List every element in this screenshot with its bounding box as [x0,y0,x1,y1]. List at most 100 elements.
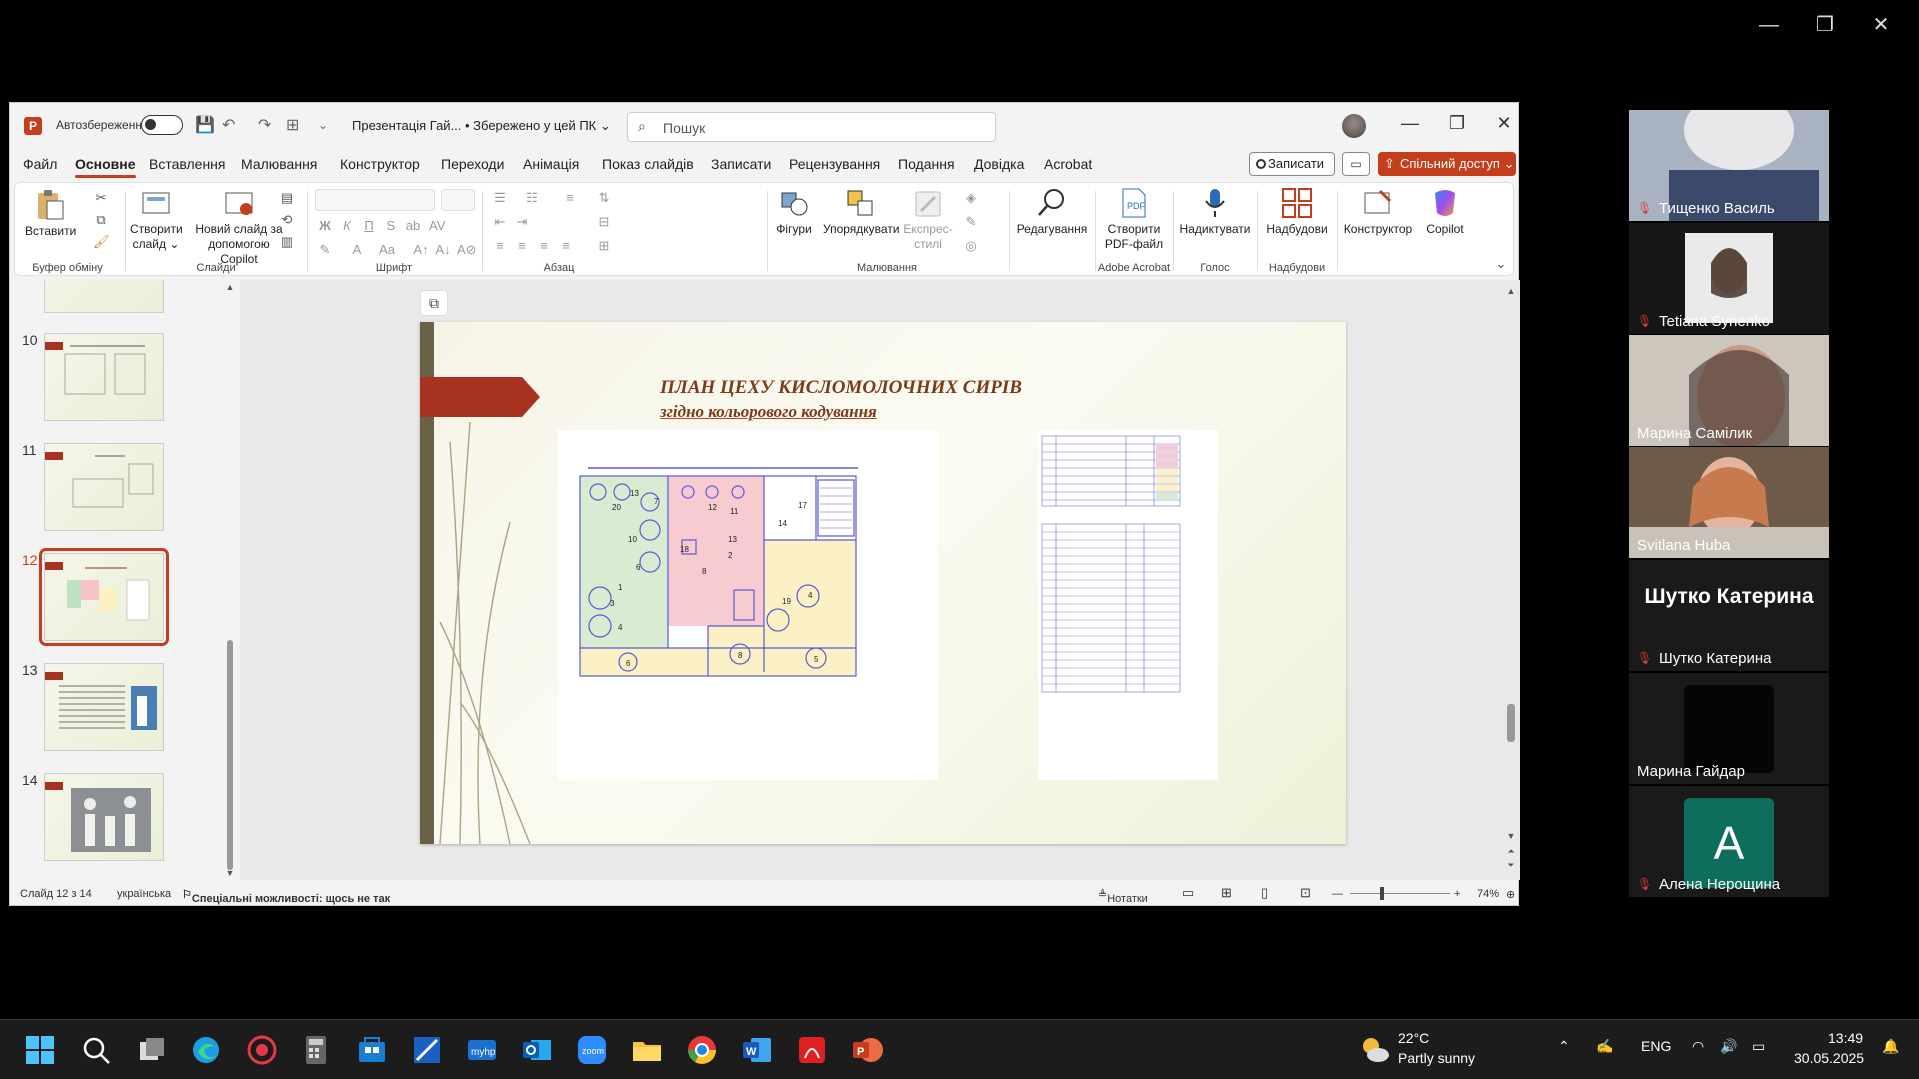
undo-icon[interactable]: ↶ [222,115,235,135]
tab-help[interactable]: Довідка [974,156,1024,172]
shape-outline-icon[interactable]: ✎ [963,215,979,229]
word-icon[interactable]: W [741,1034,773,1066]
zoom-slider[interactable] [1350,893,1450,894]
canvas-scrollbar[interactable]: ▲ ▼ ⏶ ⏷ [1506,284,1516,876]
designer-button[interactable]: Конструктор [1339,187,1417,237]
participant-tile[interactable]: A 🎙 Алена Нерощина [1629,786,1829,897]
outlook-icon[interactable] [521,1034,553,1066]
tab-review[interactable]: Рецензування [789,156,880,172]
slideshow-view-icon[interactable]: ⊡ [1300,885,1311,901]
reset-icon[interactable]: ⟲ [279,213,295,227]
scroll-down-icon[interactable]: ▼ [1503,829,1519,843]
slide-thumbnail-selected[interactable] [39,548,169,646]
myhp-icon[interactable]: myhp [466,1034,498,1066]
zoom-close-button[interactable]: ✕ [1853,10,1909,40]
scrollbar-thumb[interactable] [227,640,233,870]
tab-animations[interactable]: Анімація [523,156,579,172]
shapes-button[interactable]: Фігури [771,189,817,237]
paste-button[interactable]: Вставити [25,189,76,239]
chrome-icon[interactable] [686,1034,718,1066]
bullets-icon[interactable]: ☰ [492,191,508,205]
participant-tile[interactable]: Шутко Катерина 🎙 Шутко Катерина [1629,560,1829,671]
slide-subtitle[interactable]: згідно кольорового кодування [660,402,877,422]
autosave-toggle[interactable] [141,115,183,135]
format-painter-icon[interactable]: 🖌 [93,235,110,249]
tab-design[interactable]: Конструктор [340,156,420,172]
text-direction-icon[interactable]: ⇅ [596,191,612,205]
volume-icon[interactable]: 🔊 [1720,1038,1737,1055]
zoom-level[interactable]: 74% [1477,888,1499,900]
floor-plan-image[interactable]: 20 13 7 10 12 11 13 2 8 14 17 19 4 1 6 3 4 6 8 5 18 [558,430,938,780]
increase-indent-icon[interactable]: ⇥ [514,215,530,229]
participant-tile[interactable]: 🎙 Tetiana Synenko [1629,223,1829,334]
create-pdf-button[interactable]: PDF Створити PDF-файл [1099,187,1169,252]
bold-icon[interactable]: Ж [317,219,333,233]
customize-qat-icon[interactable]: ⌄ [318,118,328,132]
slide-thumbnail[interactable] [44,663,164,751]
smartart-icon[interactable]: ⊞ [596,239,612,253]
edge-icon[interactable] [190,1034,222,1066]
document-filename[interactable]: Презентація Гай... • Збережено у цей ПК … [352,118,611,134]
font-name-input[interactable] [315,189,435,211]
shape-fill-icon[interactable]: ◈ [963,191,979,205]
collapse-ribbon-icon[interactable]: ⌄ [1493,257,1509,271]
align-right-icon[interactable]: ≡ [536,239,552,253]
align-text-icon[interactable]: ⊟ [596,215,612,229]
addins-button[interactable]: Надбудови [1261,187,1333,237]
language-indicator[interactable]: українська [117,888,171,900]
slide-thumbnail[interactable] [44,773,164,861]
tab-slideshow[interactable]: Показ слайдів [602,156,694,172]
search-box[interactable]: ⌕ Пошук [627,112,996,142]
show-hidden-icons-icon[interactable]: ⌃ [1558,1038,1570,1055]
section-icon[interactable]: ▥ [279,235,295,249]
battery-icon[interactable]: ▭ [1752,1038,1765,1055]
font-size-input[interactable] [441,189,475,211]
notes-button[interactable]: ≜ Нотатки [1098,888,1148,905]
slide-thumbnail[interactable] [44,280,164,313]
quick-styles-button[interactable]: Експрес-стилі [903,189,953,252]
share-button[interactable]: Спільний доступ ⌄ [1378,152,1516,176]
store-icon[interactable] [356,1034,388,1066]
font-color-icon[interactable]: A [349,243,365,257]
copilot-canvas-icon[interactable]: ⧉ [420,290,448,316]
tab-view[interactable]: Подання [898,156,955,172]
cut-icon[interactable]: ✂ [93,191,109,205]
reading-view-icon[interactable]: ▯ [1261,885,1268,901]
align-center-icon[interactable]: ≡ [514,239,530,253]
zoom-app-icon[interactable]: zoom [576,1034,608,1066]
save-icon[interactable]: 💾 [195,115,215,135]
pen-icon[interactable]: ✍ [1596,1038,1613,1055]
tab-home[interactable]: Основне [75,156,136,178]
calculator-icon[interactable] [300,1034,332,1066]
dictate-button[interactable]: Надиктувати [1177,187,1253,237]
thumbnails-scrollbar[interactable]: ▲ ▼ [225,280,235,880]
align-left-icon[interactable]: ≡ [492,239,508,253]
search-icon[interactable] [80,1034,112,1066]
scroll-up-icon[interactable]: ▲ [222,280,238,294]
scroll-up-icon[interactable]: ▲ [1503,284,1519,298]
explication-tables[interactable] [1038,430,1218,780]
underline-icon[interactable]: П [361,219,377,233]
scroll-down-icon[interactable]: ▼ [222,866,238,880]
copilot-button[interactable]: Copilot [1417,187,1473,237]
participant-tile[interactable]: Марина Гайдар [1629,673,1829,784]
previous-slide-icon[interactable]: ⏶ [1503,844,1519,858]
fit-slide-icon[interactable]: ⊕ [1506,888,1515,901]
italic-icon[interactable]: К [339,219,355,233]
weather-condition[interactable]: Partly sunny [1398,1050,1475,1066]
restore-button[interactable]: ❐ [1437,113,1477,134]
participant-tile[interactable]: Svitlana Huba [1629,447,1829,558]
zoom-minimize-button[interactable]: — [1741,10,1797,40]
file-explorer-icon[interactable] [631,1034,663,1066]
slide[interactable]: ПЛАН ЦЕХУ КИСЛОМОЛОЧНИХ СИРІВ згідно кол… [420,322,1346,844]
record-button[interactable]: Записати [1249,152,1335,176]
present-icon[interactable]: ⊞ [286,115,299,135]
snipping-tool-icon[interactable] [411,1034,443,1066]
new-slide-button[interactable]: Створити слайд ⌄ [130,189,183,252]
tab-insert[interactable]: Вставлення [149,156,226,172]
screen-recorder-icon[interactable] [246,1034,278,1066]
editing-button[interactable]: Редагування [1013,187,1091,237]
zoom-restore-button[interactable]: ❐ [1797,10,1853,40]
justify-icon[interactable]: ≡ [558,239,574,253]
powerpoint-taskbar-icon[interactable]: P [851,1034,883,1066]
